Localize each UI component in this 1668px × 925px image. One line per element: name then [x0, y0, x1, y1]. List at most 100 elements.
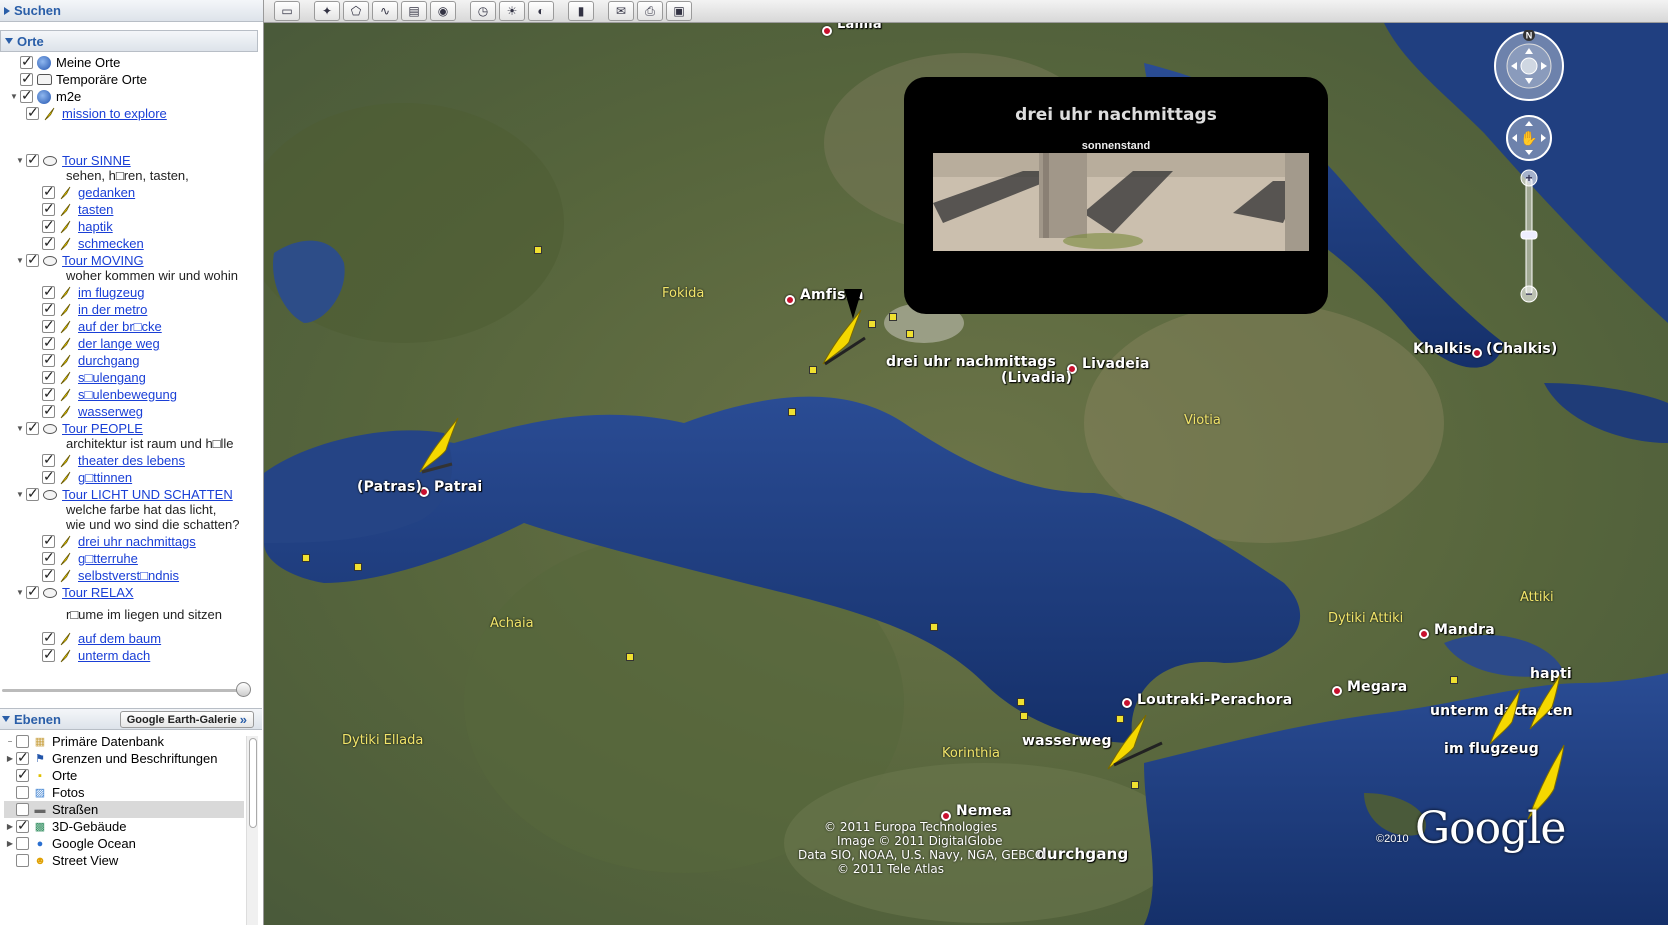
sunlight-button[interactable]: ☀ [499, 1, 525, 21]
tree-link[interactable]: mission to explore [62, 106, 167, 121]
ruler-button[interactable]: ▮ [568, 1, 594, 21]
historical-imagery-button[interactable]: ◷ [470, 1, 496, 21]
place-label[interactable]: Nemea [956, 803, 1012, 819]
info-balloon[interactable]: drei uhr nachmittags sonnenstand [904, 77, 1328, 314]
place-label[interactable]: (Chalkis) [1486, 341, 1558, 357]
tree-item[interactable]: gedanken [42, 183, 135, 201]
layer-item[interactable]: ▶ ● Google Ocean [4, 835, 244, 852]
layers-scrollbar[interactable] [246, 736, 258, 925]
tree-item[interactable]: g□tterruhe [42, 549, 138, 567]
tree-item[interactable]: durchgang [42, 351, 139, 369]
tree-expander-icon[interactable]: ▶ [4, 822, 16, 831]
layer-item[interactable]: ▶ ▩ 3D-Gebäude [4, 817, 244, 835]
tree-checkbox[interactable] [42, 300, 55, 317]
layer-checkbox[interactable] [16, 786, 29, 799]
path-button[interactable]: ∿ [372, 1, 398, 21]
layer-checkbox[interactable] [16, 803, 29, 816]
tree-link[interactable]: haptik [78, 219, 113, 234]
tree-item[interactable]: selbstverst□ndnis [42, 566, 179, 584]
tree-item[interactable]: der lange weg [42, 334, 160, 352]
expanded-arrow-icon[interactable] [5, 38, 13, 44]
tree-link[interactable]: auf der br□cke [78, 319, 162, 334]
earth-map-view[interactable]: Fokida Viotia Achaia Dytiki Attiki Attik… [264, 23, 1668, 925]
tree-link[interactable]: wasserweg [78, 404, 143, 419]
look-compass-control[interactable]: N [1493, 30, 1565, 102]
tree-checkbox[interactable] [42, 317, 55, 334]
placemark-button[interactable]: ✦ [314, 1, 340, 21]
tree-link[interactable]: im flugzeug [78, 285, 144, 300]
city-marker[interactable] [822, 26, 832, 36]
tree-checkbox[interactable] [42, 532, 55, 549]
tree-item[interactable]: im flugzeug [42, 283, 144, 301]
layer-checkbox[interactable] [16, 766, 29, 783]
layers-panel-header[interactable]: Ebenen Google Earth-Galerie » [0, 708, 262, 730]
tree-checkbox[interactable] [20, 70, 33, 87]
place-label[interactable]: Loutraki-Perachora [1137, 692, 1292, 708]
tree-item[interactable]: auf dem baum [42, 629, 161, 647]
placemark-square[interactable] [534, 246, 542, 254]
tree-checkbox[interactable] [42, 646, 55, 663]
tree-link[interactable]: Tour SINNE [62, 153, 131, 168]
placemark-square[interactable] [930, 623, 938, 631]
place-label[interactable]: (Patras) [357, 479, 422, 495]
tree-link[interactable]: auf dem baum [78, 631, 161, 646]
tree-expander-icon[interactable]: ▼ [14, 256, 26, 265]
tree-checkbox[interactable] [42, 566, 55, 583]
tree-item[interactable]: s□ulengang [42, 368, 146, 386]
tree-checkbox[interactable] [42, 451, 55, 468]
tree-expander-icon[interactable]: − [4, 737, 16, 746]
tree-checkbox[interactable] [20, 87, 33, 104]
collapsed-arrow-icon[interactable] [4, 6, 10, 15]
tree-checkbox[interactable] [42, 385, 55, 402]
tree-checkbox[interactable] [26, 583, 39, 600]
tree-checkbox[interactable] [42, 217, 55, 234]
tree-item[interactable]: unterm dach [42, 646, 150, 664]
layer-item[interactable]: − ▦ Primäre Datenbank [4, 733, 244, 750]
tree-link[interactable]: Tour PEOPLE [62, 421, 143, 436]
tree-link[interactable]: tasten [78, 202, 113, 217]
tree-item[interactable]: in der metro [42, 300, 147, 318]
opacity-slider-knob[interactable] [236, 682, 251, 697]
layer-checkbox[interactable] [16, 854, 29, 867]
tree-expander-icon[interactable]: ▼ [14, 490, 26, 499]
tree-checkbox[interactable] [42, 468, 55, 485]
place-label[interactable]: Patrai [434, 479, 482, 495]
placemark-square[interactable] [906, 330, 914, 338]
placemark-square[interactable] [1020, 712, 1028, 720]
tree-item[interactable]: ▼ m2e [8, 87, 81, 105]
user-placemark-icon[interactable] [1526, 673, 1566, 733]
layer-checkbox[interactable] [16, 817, 29, 834]
image-overlay-button[interactable]: ▤ [401, 1, 427, 21]
zoom-slider[interactable]: + − [1519, 168, 1539, 304]
tree-link[interactable]: in der metro [78, 302, 147, 317]
place-label[interactable]: wasserweg [1022, 733, 1112, 749]
tree-link[interactable]: s□ulenbewegung [78, 387, 177, 402]
tree-item[interactable]: Meine Orte [8, 53, 120, 71]
tree-expander-icon[interactable]: ▼ [14, 424, 26, 433]
tree-checkbox[interactable] [42, 334, 55, 351]
tree-link[interactable]: drei uhr nachmittags [78, 534, 196, 549]
tree-item[interactable]: g□ttinnen [42, 468, 132, 486]
tree-checkbox[interactable] [26, 104, 39, 121]
tree-checkbox[interactable] [42, 629, 55, 646]
tree-checkbox[interactable] [42, 234, 55, 251]
tree-checkbox[interactable] [42, 368, 55, 385]
tree-item[interactable]: theater des lebens [42, 451, 185, 469]
city-marker[interactable] [1472, 348, 1482, 358]
layer-item[interactable]: ▶ ⚑ Grenzen und Beschriftungen [4, 749, 244, 767]
tree-checkbox[interactable] [42, 283, 55, 300]
tree-checkbox[interactable] [26, 151, 39, 168]
scrollbar-thumb[interactable] [249, 738, 257, 828]
tree-checkbox[interactable] [42, 549, 55, 566]
place-label[interactable]: Khalkis [1413, 341, 1472, 357]
polygon-button[interactable]: ⬠ [343, 1, 369, 21]
layer-item[interactable]: ▪ Orte [4, 766, 244, 784]
tree-item[interactable]: Temporäre Orte [8, 70, 147, 88]
layer-item[interactable]: ☻ Street View [4, 852, 244, 869]
tree-link[interactable]: Tour MOVING [62, 253, 144, 268]
tree-link[interactable]: theater des lebens [78, 453, 185, 468]
placemark-square[interactable] [788, 408, 796, 416]
city-marker[interactable] [1419, 629, 1429, 639]
placemark-square[interactable] [1450, 676, 1458, 684]
email-button[interactable]: ✉ [608, 1, 634, 21]
